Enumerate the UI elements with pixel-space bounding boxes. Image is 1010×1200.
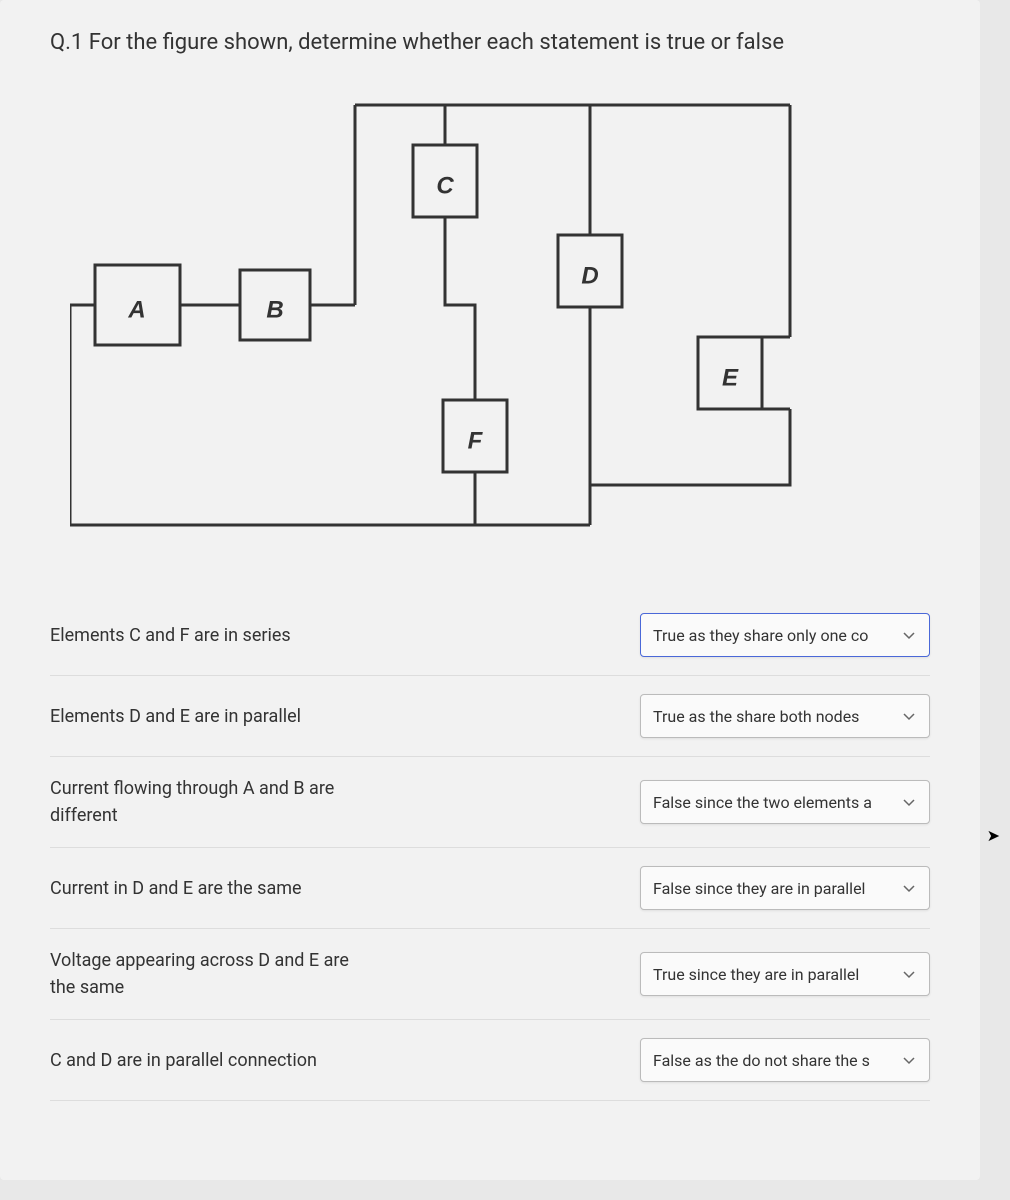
question-page: Q.1 For the figure shown, determine whet…: [0, 0, 980, 1180]
element-label-F: F: [468, 427, 484, 454]
element-label-C: C: [436, 172, 454, 199]
statement-text: Current in D and E are the same: [50, 875, 390, 902]
chevron-down-icon: [901, 1052, 917, 1068]
statement-text: Elements D and E are in parallel: [50, 703, 390, 730]
statement-text: Elements C and F are in series: [50, 622, 390, 649]
statement-row: Current in D and E are the same False sin…: [50, 848, 930, 929]
statement-row: C and D are in parallel connection False …: [50, 1020, 930, 1101]
answer-select[interactable]: False since they are in parallel: [640, 866, 930, 910]
select-box[interactable]: False since they are in parallel: [640, 866, 930, 910]
statement-row: Elements D and E are in parallel True as …: [50, 676, 930, 757]
statement-text: C and D are in parallel connection: [50, 1047, 390, 1074]
select-value: True as the share both nodes: [653, 707, 893, 726]
select-box[interactable]: True as the share both nodes: [640, 694, 930, 738]
answer-select[interactable]: True as the share both nodes: [640, 694, 930, 738]
select-value: True since they are in parallel: [653, 965, 893, 984]
select-box[interactable]: False since the two elements a: [640, 780, 930, 824]
answer-select[interactable]: False as the do not share the s: [640, 1038, 930, 1082]
statement-text: Voltage appearing across D and E are the…: [50, 947, 390, 1001]
statement-row: Voltage appearing across D and E are the…: [50, 929, 930, 1020]
answer-select[interactable]: True since they are in parallel: [640, 952, 930, 996]
select-box[interactable]: True since they are in parallel: [640, 952, 930, 996]
chevron-down-icon: [901, 966, 917, 982]
cursor-icon: ➤: [987, 826, 1000, 845]
question-title: Q.1 For the figure shown, determine whet…: [50, 30, 930, 55]
select-box[interactable]: True as they share only one co: [640, 613, 930, 657]
element-label-D: D: [581, 262, 598, 289]
answer-select[interactable]: False since the two elements a: [640, 780, 930, 824]
select-value: False as the do not share the s: [653, 1051, 893, 1070]
statement-row: Current flowing through A and B are diff…: [50, 757, 930, 848]
element-label-E: E: [722, 364, 739, 391]
answer-select[interactable]: True as they share only one co: [640, 613, 930, 657]
select-box[interactable]: False as the do not share the s: [640, 1038, 930, 1082]
chevron-down-icon: [901, 880, 917, 896]
circuit-diagram: C D E A B: [70, 85, 810, 555]
chevron-down-icon: [901, 627, 917, 643]
statements-list: Elements C and F are in series True as th…: [50, 595, 930, 1101]
chevron-down-icon: [901, 794, 917, 810]
element-label-A: A: [127, 296, 145, 323]
select-value: True as they share only one co: [653, 626, 893, 645]
chevron-down-icon: [901, 708, 917, 724]
select-value: False since the two elements a: [653, 793, 893, 812]
select-value: False since they are in parallel: [653, 879, 893, 898]
statement-text: Current flowing through A and B are diff…: [50, 775, 390, 829]
statement-row: Elements C and F are in series True as th…: [50, 595, 930, 676]
element-label-B: B: [266, 296, 283, 323]
